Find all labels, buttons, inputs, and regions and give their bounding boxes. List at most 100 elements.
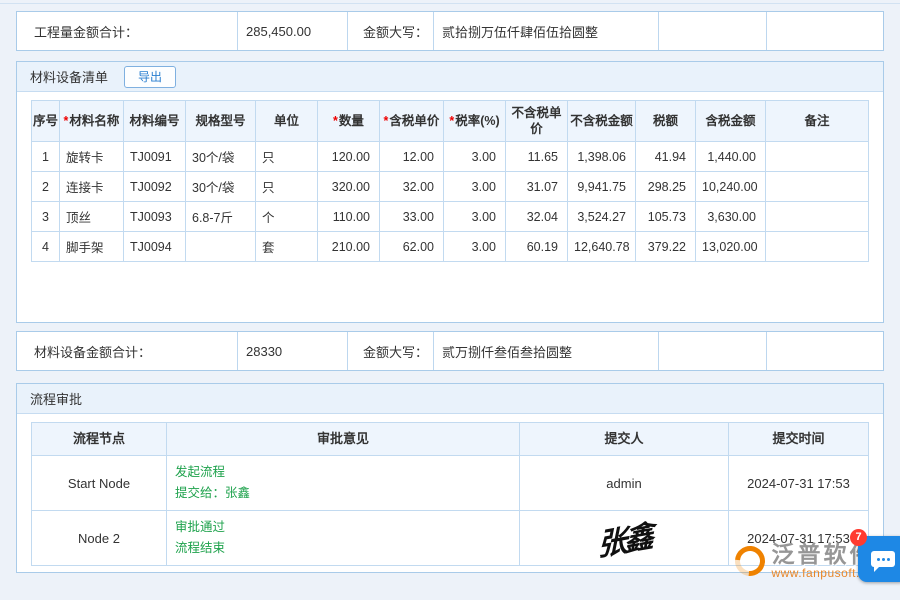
material-cell: 30个/袋 <box>186 142 256 172</box>
project-total-bar: 工程量金额合计： 285,450.00 金额大写： 贰拾捌万伍仟肆佰伍拾圆整 <box>16 11 884 51</box>
empty-cell <box>767 332 883 370</box>
amount-in-words-label: 金额大写： <box>348 12 434 50</box>
material-total-value: 28330 <box>238 332 348 370</box>
approval-opinion-line: 审批通过 <box>175 517 511 538</box>
chat-widget-button[interactable]: 7 <box>858 536 900 582</box>
brand-logo-icon <box>729 540 771 582</box>
material-cell: 4 <box>32 232 60 262</box>
chat-unread-badge: 7 <box>850 529 867 546</box>
material-column-header: 税额 <box>636 101 696 142</box>
material-cell: 个 <box>256 202 318 232</box>
material-cell: 12.00 <box>380 142 444 172</box>
material-list-panel: 材料设备清单 导出 序号*材料名称材料编号规格型号单位*数量*含税单价*税率(%… <box>16 61 884 323</box>
material-panel-body: 序号*材料名称材料编号规格型号单位*数量*含税单价*税率(%)不含税单价不含税金… <box>17 92 883 322</box>
approval-panel-title: 流程审批 <box>30 389 82 408</box>
submit-time-cell: 2024-07-31 17:53 <box>729 456 869 511</box>
material-cell: 41.94 <box>636 142 696 172</box>
material-cell <box>186 232 256 262</box>
material-cell: TJ0093 <box>124 202 186 232</box>
material-row: 1旋转卡TJ009130个/袋只120.0012.003.0011.651,39… <box>32 142 869 172</box>
empty-cell <box>659 12 767 50</box>
material-cell: TJ0091 <box>124 142 186 172</box>
material-column-header: 含税金额 <box>696 101 766 142</box>
approval-opinion-line: 流程结束 <box>175 538 511 559</box>
top-divider <box>0 0 900 4</box>
material-cell: 11.65 <box>506 142 568 172</box>
chat-bubble-icon <box>871 551 895 567</box>
material-cell: 只 <box>256 142 318 172</box>
material-cell: 105.73 <box>636 202 696 232</box>
material-cell: 1,440.00 <box>696 142 766 172</box>
material-panel-header: 材料设备清单 导出 <box>17 62 883 92</box>
project-total-label: 工程量金额合计： <box>17 12 238 50</box>
flow-node-cell: Node 2 <box>32 511 167 566</box>
material-cell: 套 <box>256 232 318 262</box>
material-cell: 210.00 <box>318 232 380 262</box>
material-cell <box>766 232 869 262</box>
required-asterisk: * <box>333 114 338 128</box>
material-cell: 320.00 <box>318 172 380 202</box>
material-cell: 脚手架 <box>60 232 124 262</box>
material-cell: 10,240.00 <box>696 172 766 202</box>
amount-in-words-label: 金额大写： <box>348 332 434 370</box>
material-cell <box>766 202 869 232</box>
material-cell: 32.04 <box>506 202 568 232</box>
material-cell: 33.00 <box>380 202 444 232</box>
material-cell: 6.8-7斤 <box>186 202 256 232</box>
material-cell: 298.25 <box>636 172 696 202</box>
material-cell: 1 <box>32 142 60 172</box>
material-column-header: *材料名称 <box>60 101 124 142</box>
material-cell: 只 <box>256 172 318 202</box>
material-cell: 3.00 <box>444 142 506 172</box>
material-cell: 13,020.00 <box>696 232 766 262</box>
export-button[interactable]: 导出 <box>124 66 176 88</box>
material-cell: 3,524.27 <box>568 202 636 232</box>
approval-opinion-cell: 审批通过流程结束 <box>167 511 520 566</box>
approval-column-header: 流程节点 <box>32 423 167 456</box>
material-total-label: 材料设备金额合计： <box>17 332 238 370</box>
material-cell: 32.00 <box>380 172 444 202</box>
required-asterisk: * <box>384 114 389 128</box>
material-cell: 110.00 <box>318 202 380 232</box>
material-header-row: 序号*材料名称材料编号规格型号单位*数量*含税单价*税率(%)不含税单价不含税金… <box>32 101 869 142</box>
material-column-header: *税率(%) <box>444 101 506 142</box>
project-total-value: 285,450.00 <box>238 12 348 50</box>
approval-column-header: 审批意见 <box>167 423 520 456</box>
submitter-name: admin <box>606 476 641 491</box>
material-cell: 3,630.00 <box>696 202 766 232</box>
required-asterisk: * <box>449 114 454 128</box>
submitter-cell: 张鑫 <box>520 511 729 566</box>
submitter-signature: 张鑫 <box>597 511 652 565</box>
material-column-header: 材料编号 <box>124 101 186 142</box>
material-column-header: 规格型号 <box>186 101 256 142</box>
material-cell: 3 <box>32 202 60 232</box>
material-total-bar: 材料设备金额合计： 28330 金额大写： 贰万捌仟叁佰叁拾圆整 <box>16 331 884 371</box>
material-cell: 顶丝 <box>60 202 124 232</box>
material-cell: 1,398.06 <box>568 142 636 172</box>
material-cell: 31.07 <box>506 172 568 202</box>
material-table: 序号*材料名称材料编号规格型号单位*数量*含税单价*税率(%)不含税单价不含税金… <box>31 100 869 262</box>
material-cell: 62.00 <box>380 232 444 262</box>
approval-column-header: 提交时间 <box>729 423 869 456</box>
material-cell: 9,941.75 <box>568 172 636 202</box>
material-column-header: 不含税金额 <box>568 101 636 142</box>
material-cell: 12,640.78 <box>568 232 636 262</box>
empty-cell <box>767 12 883 50</box>
required-asterisk: * <box>64 114 69 128</box>
material-cell: 3.00 <box>444 232 506 262</box>
amount-in-words-value: 贰拾捌万伍仟肆佰伍拾圆整 <box>434 12 659 50</box>
material-column-header: 不含税单价 <box>506 101 568 142</box>
material-panel-title: 材料设备清单 <box>30 67 108 86</box>
material-cell <box>766 142 869 172</box>
material-cell: 120.00 <box>318 142 380 172</box>
material-column-header: 序号 <box>32 101 60 142</box>
material-row: 3顶丝TJ00936.8-7斤个110.0033.003.0032.043,52… <box>32 202 869 232</box>
material-cell: 60.19 <box>506 232 568 262</box>
approval-header-row: 流程节点审批意见提交人提交时间 <box>32 423 869 456</box>
material-cell: 旋转卡 <box>60 142 124 172</box>
material-row: 4脚手架TJ0094套210.0062.003.0060.1912,640.78… <box>32 232 869 262</box>
approval-opinion-line: 提交给：张鑫 <box>175 483 511 504</box>
material-column-header: 单位 <box>256 101 318 142</box>
approval-panel-header: 流程审批 <box>17 384 883 414</box>
material-cell: TJ0092 <box>124 172 186 202</box>
